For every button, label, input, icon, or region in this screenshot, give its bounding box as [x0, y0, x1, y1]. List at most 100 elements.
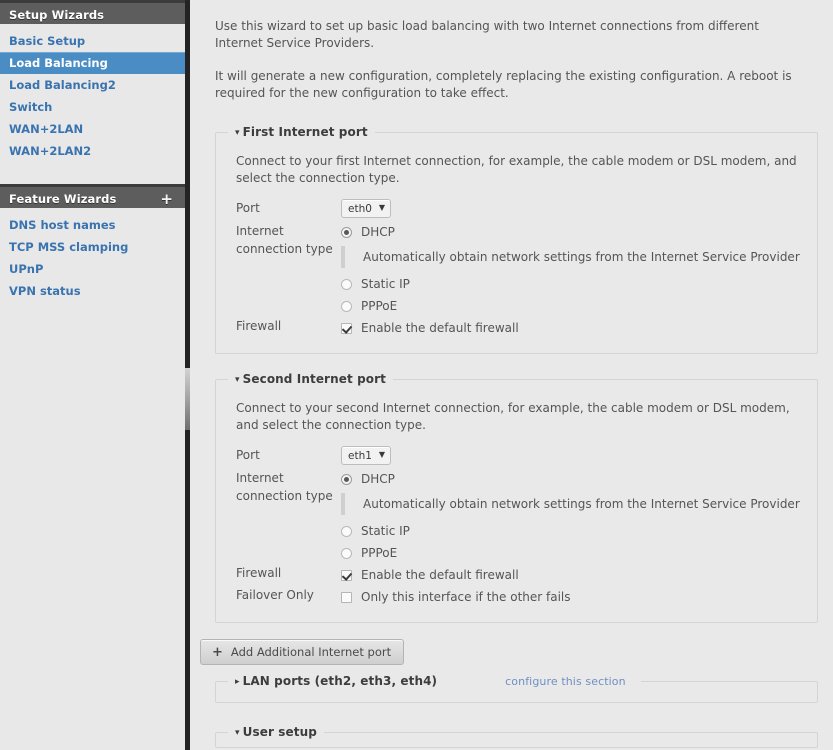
- sidebar-setup-wizards-title: Setup Wizards: [9, 8, 105, 22]
- chevron-down-icon: ▼: [378, 203, 386, 212]
- sidebar-feature-wizards-list: DNS host names TCP MSS clamping UPnP VPN…: [0, 208, 185, 310]
- second-connection-type-label-line1: Internet: [236, 471, 284, 485]
- radio-static-ip-icon[interactable]: [341, 525, 352, 537]
- second-static-ip-option[interactable]: Static IP: [341, 520, 817, 542]
- first-internet-port-fields: Port eth0 ▼ Internet connection type DHC…: [216, 187, 817, 339]
- radio-pppoe-icon[interactable]: [341, 547, 352, 559]
- first-internet-port-legend[interactable]: ▾ First Internet port: [228, 125, 375, 139]
- first-dhcp-option[interactable]: DHCP: [341, 221, 817, 243]
- first-static-ip-option[interactable]: Static IP: [341, 273, 817, 295]
- second-firewall-option[interactable]: Enable the default firewall: [341, 564, 817, 586]
- first-internet-port-description: Connect to your first Internet connectio…: [236, 154, 797, 185]
- second-connection-type-options: DHCP Automatically obtain network settin…: [341, 468, 817, 564]
- expand-caret-icon[interactable]: ▸: [235, 677, 240, 687]
- first-connection-type-label-line2: connection type: [236, 242, 333, 256]
- add-additional-internet-port-label: Add Additional Internet port: [230, 645, 392, 659]
- second-dhcp-option[interactable]: DHCP: [341, 468, 817, 490]
- sidebar-setup-wizards-list: Basic Setup Load Balancing Load Balancin…: [0, 24, 185, 184]
- second-internet-port-description: Connect to your second Internet connecti…: [236, 401, 790, 432]
- second-dhcp-label: DHCP: [361, 472, 395, 486]
- second-internet-port-legend-label: Second Internet port: [242, 372, 386, 386]
- lan-ports-legend[interactable]: ▸ LAN ports (eth2, eth3, eth4) configure t…: [228, 674, 641, 688]
- second-port-row: Port eth1 ▼: [236, 446, 817, 468]
- second-port-field: eth1 ▼: [341, 446, 817, 465]
- second-failover-label: Failover Only: [236, 588, 314, 602]
- lan-ports-section: ▸ LAN ports (eth2, eth3, eth4) configure t…: [215, 674, 818, 703]
- first-port-select[interactable]: eth0 ▼: [341, 199, 392, 218]
- sidebar-item-wan-2lan2[interactable]: WAN+2LAN2: [0, 140, 185, 162]
- first-connection-type-label: Internet connection type: [236, 221, 341, 258]
- sidebar-setup-wizards-header: Setup Wizards: [0, 0, 185, 24]
- main-content: Use this wizard to set up basic load bal…: [190, 0, 833, 750]
- second-internet-port-legend[interactable]: ▾ Second Internet port: [228, 372, 393, 386]
- radio-static-ip-icon[interactable]: [341, 278, 352, 290]
- lan-ports-configure-link[interactable]: configure this section: [497, 675, 634, 688]
- first-connection-type-row: Internet connection type DHCP Automatica…: [236, 221, 817, 317]
- add-additional-internet-port-button[interactable]: + Add Additional Internet port: [200, 639, 405, 665]
- second-pppoe-label: PPPoE: [361, 546, 398, 560]
- second-connection-type-row: Internet connection type DHCP Automatica…: [236, 468, 817, 564]
- first-port-select-wrap: eth0 ▼: [341, 199, 392, 218]
- page-root: Setup Wizards Basic Setup Load Balancing…: [0, 0, 833, 750]
- sidebar-item-upnp[interactable]: UPnP: [0, 258, 185, 280]
- sidebar-feature-wizards-header: Feature Wizards +: [0, 184, 185, 208]
- sidebar-item-vpn-status[interactable]: VPN status: [0, 280, 185, 302]
- collapse-caret-icon[interactable]: ▾: [235, 728, 240, 738]
- sidebar-item-tcp-mss-clamping[interactable]: TCP MSS clamping: [0, 236, 185, 258]
- first-internet-port-section: ▾ First Internet port Connect to your fir…: [215, 125, 818, 354]
- first-firewall-field: Enable the default firewall: [341, 317, 817, 339]
- sidebar-feature-wizards-title: Feature Wizards: [9, 192, 117, 206]
- second-firewall-field: Enable the default firewall: [341, 564, 817, 586]
- chevron-down-icon: ▼: [378, 450, 386, 459]
- intro-paragraph-1: Use this wizard to set up basic load bal…: [215, 19, 759, 50]
- second-port-label: Port: [236, 448, 260, 462]
- second-connection-type-label-line2: connection type: [236, 489, 333, 503]
- sidebar-item-switch[interactable]: Switch: [0, 96, 185, 118]
- first-firewall-option[interactable]: Enable the default firewall: [341, 317, 817, 339]
- user-setup-section: ▾ User setup: [215, 725, 818, 748]
- user-setup-legend[interactable]: ▾ User setup: [228, 725, 324, 739]
- radio-dhcp-icon[interactable]: [341, 226, 352, 238]
- sidebar-item-load-balancing[interactable]: Load Balancing: [0, 52, 185, 74]
- first-pppoe-label: PPPoE: [361, 299, 398, 313]
- first-port-label: Port: [236, 201, 260, 215]
- first-port-field: eth0 ▼: [341, 199, 817, 218]
- sidebar-item-wan-2lan[interactable]: WAN+2LAN: [0, 118, 185, 140]
- second-port-select[interactable]: eth1 ▼: [341, 446, 392, 465]
- sidebar-list-spacer: [0, 162, 185, 176]
- sidebar: Setup Wizards Basic Setup Load Balancing…: [0, 0, 185, 750]
- second-failover-option-label: Only this interface if the other fails: [361, 590, 571, 604]
- first-static-ip-label: Static IP: [361, 277, 410, 291]
- second-connection-type-label: Internet connection type: [236, 468, 341, 505]
- first-firewall-label: Firewall: [236, 319, 282, 333]
- wizard-intro: Use this wizard to set up basic load bal…: [190, 0, 833, 102]
- first-internet-port-legend-label: First Internet port: [242, 125, 368, 139]
- second-firewall-option-label: Enable the default firewall: [361, 568, 519, 582]
- first-pppoe-option[interactable]: PPPoE: [341, 295, 817, 317]
- radio-dhcp-icon[interactable]: [341, 473, 352, 485]
- lan-ports-legend-label: LAN ports (eth2, eth3, eth4): [242, 674, 438, 688]
- second-pppoe-option[interactable]: PPPoE: [341, 542, 817, 564]
- first-port-row: Port eth0 ▼: [236, 199, 817, 221]
- first-firewall-option-label: Enable the default firewall: [361, 321, 519, 335]
- checkbox-enable-firewall-icon[interactable]: [341, 569, 352, 581]
- second-failover-row: Failover Only Only this interface if the…: [236, 586, 817, 608]
- first-connection-type-label-line1: Internet: [236, 224, 284, 238]
- sidebar-item-load-balancing2[interactable]: Load Balancing2: [0, 74, 185, 96]
- radio-pppoe-icon[interactable]: [341, 300, 352, 312]
- collapse-caret-icon[interactable]: ▾: [235, 128, 240, 138]
- user-setup-legend-label: User setup: [242, 725, 317, 739]
- second-failover-field: Only this interface if the other fails: [341, 586, 817, 608]
- checkbox-failover-only-icon[interactable]: [341, 591, 352, 603]
- collapse-caret-icon[interactable]: ▾: [235, 375, 240, 385]
- sidebar-item-dns-host-names[interactable]: DNS host names: [0, 214, 185, 236]
- first-dhcp-description-row: Automatically obtain network settings fr…: [341, 243, 817, 271]
- intro-paragraph-2: It will generate a new configuration, co…: [215, 69, 792, 100]
- add-feature-wizard-icon[interactable]: +: [160, 187, 173, 211]
- sidebar-item-basic-setup[interactable]: Basic Setup: [0, 30, 185, 52]
- second-port-select-wrap: eth1 ▼: [341, 446, 392, 465]
- first-dhcp-label: DHCP: [361, 225, 395, 239]
- second-dhcp-description-row: Automatically obtain network settings fr…: [341, 490, 817, 518]
- checkbox-enable-firewall-icon[interactable]: [341, 322, 352, 334]
- second-failover-option[interactable]: Only this interface if the other fails: [341, 586, 817, 608]
